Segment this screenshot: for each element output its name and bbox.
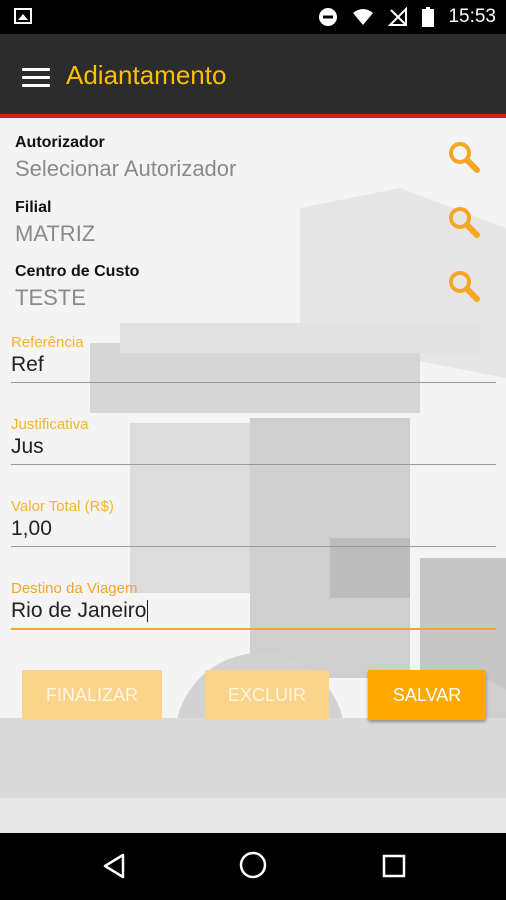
finalizar-button[interactable]: FINALIZAR [22, 670, 162, 720]
excluir-button[interactable]: EXCLUIR [205, 670, 329, 720]
recent-apps-icon[interactable] [382, 854, 406, 878]
app-screen: 15:53 Adiantamento Autorizador Seleciona… [0, 0, 506, 900]
search-icon[interactable] [447, 269, 481, 303]
text-cursor [147, 600, 149, 623]
battery-icon [422, 7, 435, 27]
navigation-bar [0, 833, 506, 900]
valor-total-field[interactable]: Valor Total (R$) 1,00 [11, 498, 496, 547]
status-icons: 15:53 [318, 0, 496, 34]
lookup-autorizador[interactable]: Autorizador Selecionar Autorizador [15, 134, 495, 182]
wifi-icon [353, 9, 374, 25]
home-icon[interactable] [238, 850, 268, 880]
lookup-value: MATRIZ [15, 221, 96, 246]
status-time: 15:53 [448, 6, 496, 27]
field-underline [11, 628, 496, 630]
field-value[interactable]: Ref [11, 353, 496, 379]
search-icon[interactable] [447, 140, 481, 174]
field-label: Referência [11, 334, 84, 351]
menu-icon[interactable] [22, 68, 50, 88]
status-bar: 15:53 [0, 0, 506, 34]
page-title: Adiantamento [66, 60, 227, 90]
salvar-button[interactable]: SALVAR [368, 670, 486, 720]
back-icon[interactable] [102, 853, 126, 879]
lookup-centro-de-custo[interactable]: Centro de Custo TESTE [15, 263, 495, 311]
field-value: Rio de Janeiro [11, 599, 147, 622]
search-icon[interactable] [447, 205, 481, 239]
field-label: Valor Total (R$) [11, 498, 114, 515]
field-label: Destino da Viagem [11, 580, 138, 597]
image-icon [14, 8, 32, 24]
field-underline [11, 464, 496, 465]
app-bar: Adiantamento [0, 34, 506, 118]
no-signal-icon [388, 7, 408, 26]
lookup-label: Autorizador [15, 134, 105, 151]
justificativa-field[interactable]: Justificativa Jus [11, 416, 496, 465]
field-value[interactable]: 1,00 [11, 517, 496, 543]
lookup-label: Centro de Custo [15, 263, 140, 280]
lookup-filial[interactable]: Filial MATRIZ [15, 199, 495, 247]
do-not-disturb-icon [319, 8, 338, 26]
field-underline [11, 382, 496, 383]
form-content: Autorizador Selecionar Autorizador Filia… [0, 118, 506, 833]
field-underline [11, 546, 496, 547]
lookup-label: Filial [15, 199, 52, 216]
lookup-value: Selecionar Autorizador [15, 156, 237, 181]
referencia-field[interactable]: Referência Ref [11, 334, 496, 383]
field-value[interactable]: Jus [11, 435, 496, 461]
lookup-value: TESTE [15, 285, 86, 310]
field-input[interactable]: Rio de Janeiro [11, 599, 496, 625]
field-label: Justificativa [11, 416, 89, 433]
destino-da-viagem-field[interactable]: Destino da Viagem Rio de Janeiro [11, 580, 496, 630]
